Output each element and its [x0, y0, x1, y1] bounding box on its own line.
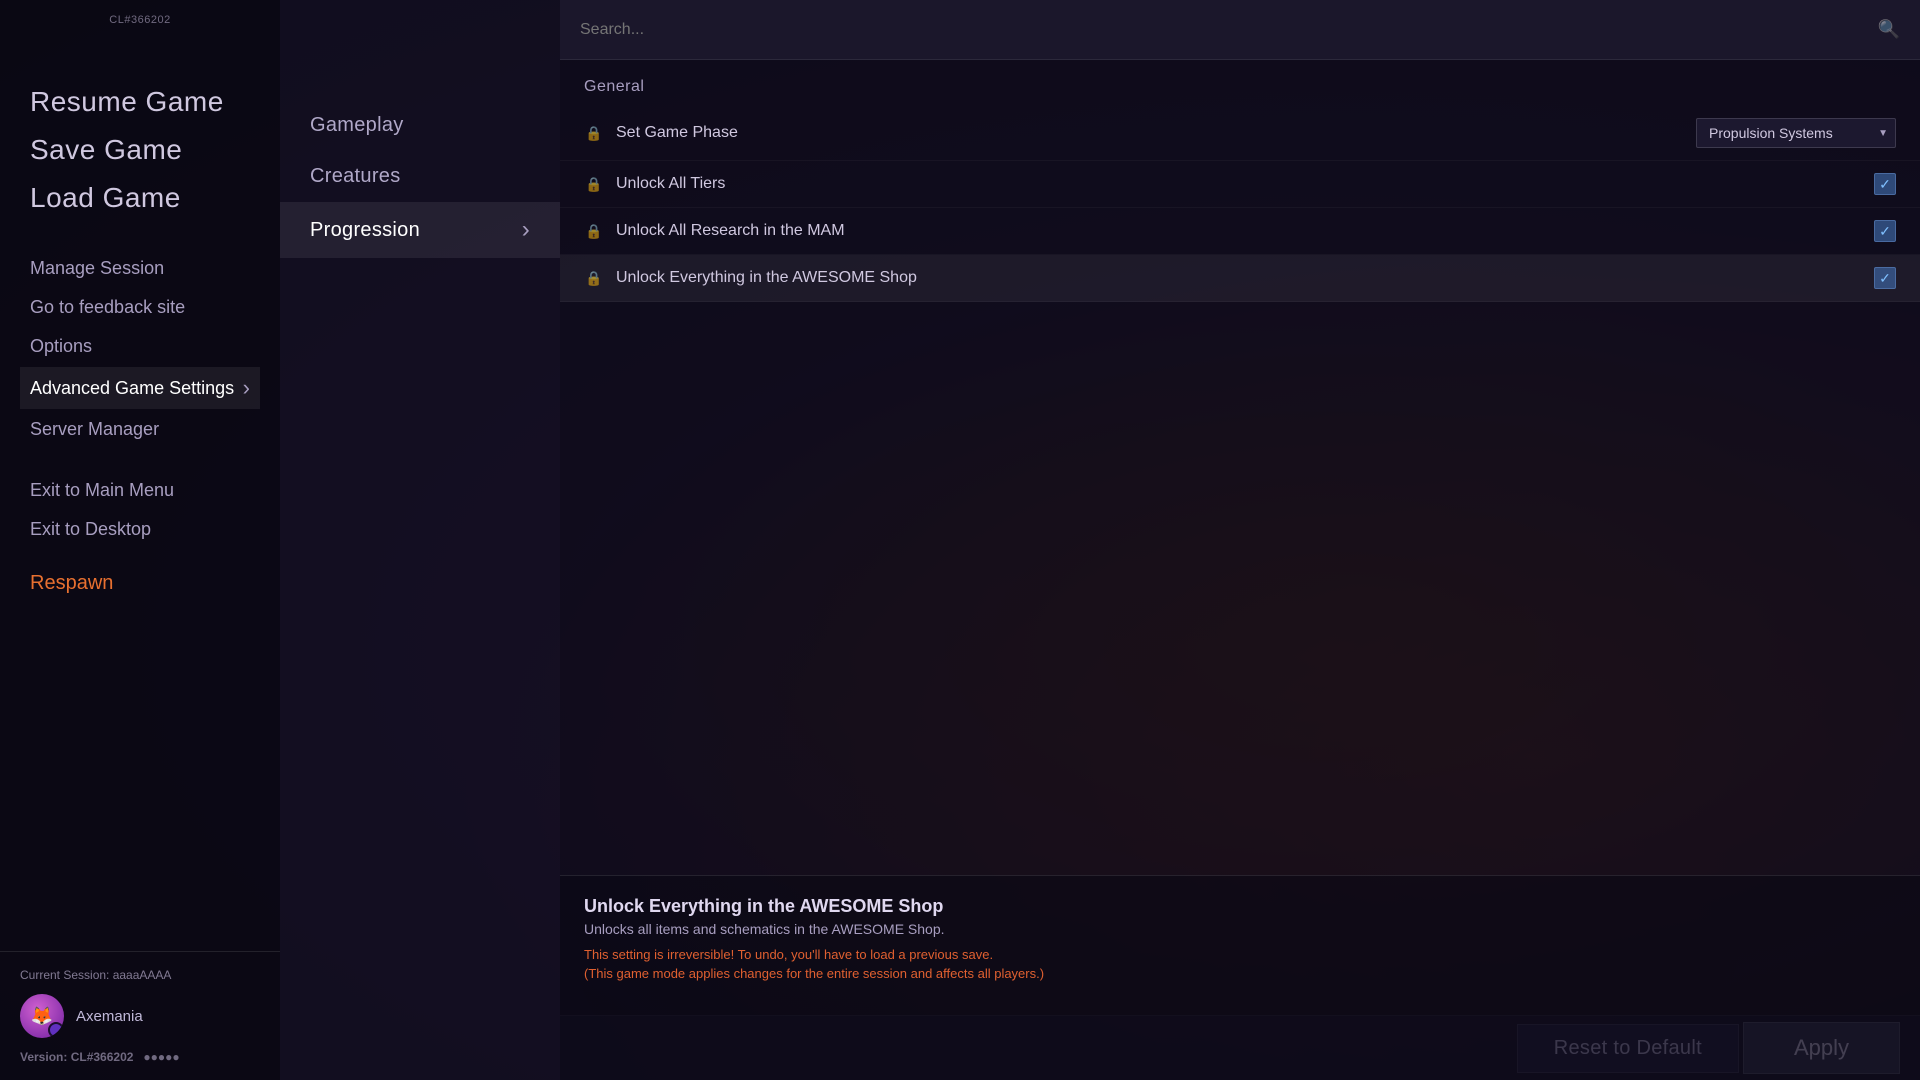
setting-label-unlock-all-tiers: Unlock All Tiers — [616, 175, 1874, 193]
user-name: Axemania — [76, 1008, 143, 1025]
version-number: CL#366202 — [71, 1050, 134, 1064]
checkbox-unlock-all-research[interactable] — [1874, 220, 1896, 242]
setting-row-unlock-all-research[interactable]: 🔒 Unlock All Research in the MAM — [560, 208, 1920, 255]
setting-row-unlock-awesome-shop[interactable]: 🔒 Unlock Everything in the AWESOME Shop — [560, 255, 1920, 302]
category-progression[interactable]: Progression — [280, 202, 560, 258]
setting-row-set-game-phase[interactable]: 🔒 Set Game Phase Propulsion Systems Spac… — [560, 106, 1920, 161]
exit-main-menu-button[interactable]: Exit to Main Menu — [20, 472, 260, 509]
game-phase-dropdown-wrapper[interactable]: Propulsion Systems Space Elevator Phase … — [1696, 118, 1896, 148]
checkbox-unlock-awesome-shop[interactable] — [1874, 267, 1896, 289]
advanced-settings-button[interactable]: Advanced Game Settings — [20, 367, 260, 409]
resume-game-button[interactable]: Resume Game — [20, 80, 260, 124]
build-version: CL#366202 — [0, 14, 280, 26]
setting-label-set-game-phase: Set Game Phase — [616, 124, 1696, 142]
info-title: Unlock Everything in the AWESOME Shop — [584, 896, 1896, 917]
setting-row-unlock-all-tiers[interactable]: 🔒 Unlock All Tiers — [560, 161, 1920, 208]
lock-icon-unlock-awesome-shop: 🔒 — [584, 268, 604, 288]
search-bar: 🔍 — [560, 0, 1920, 60]
user-row: Axemania — [20, 994, 260, 1038]
info-note: (This game mode applies changes for the … — [584, 966, 1896, 981]
exit-desktop-button[interactable]: Exit to Desktop — [20, 511, 260, 548]
category-gameplay[interactable]: Gameplay — [280, 100, 560, 151]
setting-label-unlock-all-research: Unlock All Research in the MAM — [616, 222, 1874, 240]
version-label: Version: — [20, 1050, 67, 1064]
manage-session-button[interactable]: Manage Session — [20, 250, 260, 287]
options-button[interactable]: Options — [20, 328, 260, 365]
game-phase-dropdown[interactable]: Propulsion Systems Space Elevator Phase … — [1696, 118, 1896, 148]
respawn-button[interactable]: Respawn — [30, 572, 250, 595]
main-panel: 🔍 General 🔒 Set Game Phase Propulsion Sy… — [560, 0, 1920, 1080]
info-warning: This setting is irreversible! To undo, y… — [584, 947, 1896, 962]
category-creatures[interactable]: Creatures — [280, 151, 560, 202]
respawn-section: Respawn — [0, 572, 280, 595]
session-label: Current Session: aaaaAAAA — [20, 968, 260, 982]
avatar — [20, 994, 64, 1038]
primary-navigation: Resume Game Save Game Load Game — [0, 80, 280, 220]
info-subtitle: Unlocks all items and schematics in the … — [584, 921, 1896, 937]
lock-icon-unlock-all-research: 🔒 — [584, 221, 604, 241]
action-bar-spacer — [560, 1015, 1920, 1080]
search-icon: 🔍 — [1878, 19, 1900, 40]
category-panel: Gameplay Creatures Progression — [280, 0, 560, 1080]
secondary-navigation: Manage Session Go to feedback site Optio… — [0, 250, 280, 448]
setting-label-unlock-awesome-shop: Unlock Everything in the AWESOME Shop — [616, 269, 1874, 287]
load-game-button[interactable]: Load Game — [20, 176, 260, 220]
info-panel: Unlock Everything in the AWESOME Shop Un… — [560, 875, 1920, 1015]
sidebar-footer: Current Session: aaaaAAAA Axemania Versi… — [0, 951, 280, 1080]
search-input[interactable] — [580, 21, 1878, 39]
server-manager-button[interactable]: Server Manager — [20, 411, 260, 448]
feedback-button[interactable]: Go to feedback site — [20, 289, 260, 326]
lock-icon-unlock-all-tiers: 🔒 — [584, 174, 604, 194]
save-game-button[interactable]: Save Game — [20, 128, 260, 172]
exit-navigation: Exit to Main Menu Exit to Desktop — [0, 472, 280, 548]
avatar-badge — [48, 1022, 64, 1038]
sidebar: CL#366202 Resume Game Save Game Load Gam… — [0, 0, 280, 1080]
settings-area: General 🔒 Set Game Phase Propulsion Syst… — [560, 60, 1920, 875]
lock-icon-set-game-phase: 🔒 — [584, 123, 604, 143]
checkbox-unlock-all-tiers[interactable] — [1874, 173, 1896, 195]
version-text: Version: CL#366202 ●●●●● — [20, 1050, 260, 1064]
settings-group-label: General — [560, 60, 1920, 106]
